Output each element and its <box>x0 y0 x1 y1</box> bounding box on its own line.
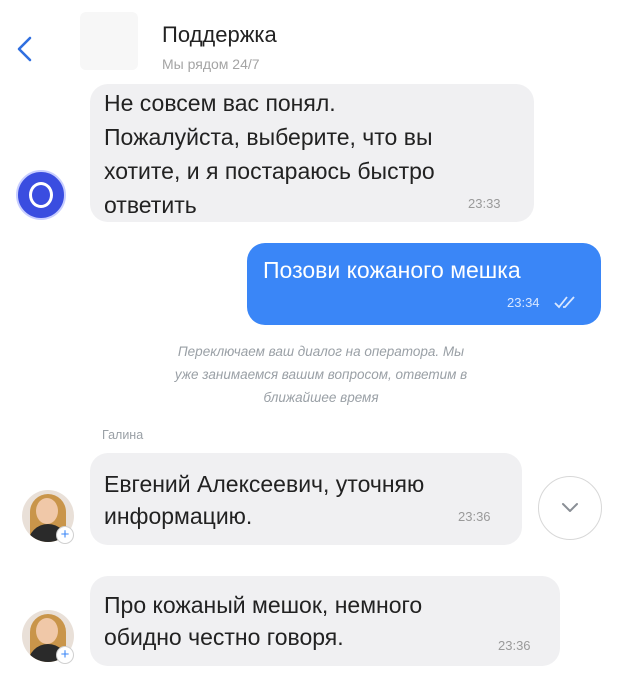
system-message: Переключаем ваш диалог на оператора. Мы … <box>86 340 556 409</box>
support-avatar <box>80 12 138 70</box>
incoming-message-operator: Евгений Алексеевич, уточняю информацию. … <box>90 453 522 545</box>
bot-logo-icon <box>29 182 53 208</box>
message-line: Не совсем вас понял. <box>104 90 336 116</box>
message-line: Пожалуйста, выберите, что вы <box>104 124 433 150</box>
incoming-message-bot: Не совсем вас понял. Пожалуйста, выберит… <box>90 84 534 222</box>
message-line: Про кожаный мешок, немного <box>104 592 423 618</box>
message-text: Позови кожаного мешка <box>263 257 521 283</box>
back-button[interactable] <box>10 34 40 64</box>
message-time: 23:36 <box>498 638 531 653</box>
message-line: обидно честно говоря. <box>104 624 344 650</box>
chat-title: Поддержка <box>162 22 277 47</box>
message-line: информацию. <box>104 503 253 529</box>
bot-avatar <box>16 170 66 220</box>
chevron-left-icon <box>17 36 32 62</box>
outgoing-message: Позови кожаного мешка 23:34 <box>247 243 601 325</box>
double-check-icon <box>554 296 575 309</box>
system-message-line: Переключаем ваш диалог на оператора. Мы <box>177 344 465 359</box>
chat-subtitle: Мы рядом 24/7 <box>162 56 260 72</box>
message-line: хотите, и я постараюсь быстро <box>104 158 435 184</box>
operator-name: Галина <box>102 428 144 442</box>
system-message-line: уже занимаемся вашим вопросом, ответим в <box>174 367 468 382</box>
chevron-down-icon <box>562 503 578 512</box>
message-time: 23:33 <box>468 196 501 211</box>
message-line: ответить <box>104 192 197 218</box>
plus-icon[interactable]: + <box>56 646 74 664</box>
message-time: 23:36 <box>458 509 491 524</box>
plus-icon[interactable]: + <box>56 526 74 544</box>
message-line: Евгений Алексеевич, уточняю <box>104 471 425 497</box>
incoming-message-operator: Про кожаный мешок, немного обидно честно… <box>90 576 560 666</box>
message-time: 23:34 <box>507 295 540 310</box>
scroll-down-button[interactable] <box>538 476 602 540</box>
system-message-line: ближайшее время <box>263 390 379 405</box>
